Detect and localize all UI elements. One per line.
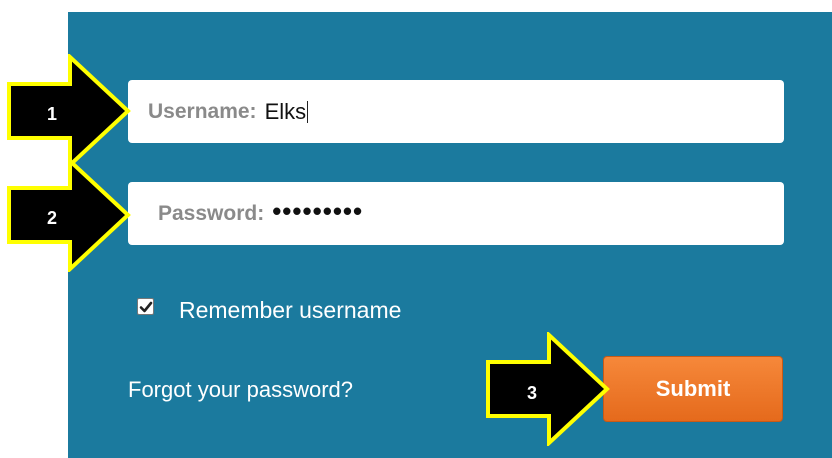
text-caret bbox=[307, 100, 309, 123]
password-field[interactable]: Password: ••••••••• bbox=[128, 182, 784, 245]
submit-button[interactable]: Submit bbox=[603, 356, 783, 422]
remember-username[interactable]: Remember username bbox=[137, 293, 401, 323]
annotation-number-2: 2 bbox=[47, 208, 58, 228]
password-value[interactable]: ••••••••• bbox=[272, 196, 363, 227]
annotation-number-1: 1 bbox=[47, 104, 58, 124]
forgot-password-link[interactable]: Forgot your password? bbox=[128, 377, 353, 403]
username-value[interactable]: Elks bbox=[265, 99, 307, 125]
username-field[interactable]: Username: Elks bbox=[128, 80, 784, 143]
annotation-number-3: 3 bbox=[527, 383, 538, 403]
password-label: Password: bbox=[158, 201, 265, 225]
remember-checkbox[interactable] bbox=[137, 298, 154, 315]
remember-label: Remember username bbox=[179, 297, 402, 323]
username-label: Username: bbox=[148, 99, 257, 123]
check-icon bbox=[139, 301, 153, 313]
